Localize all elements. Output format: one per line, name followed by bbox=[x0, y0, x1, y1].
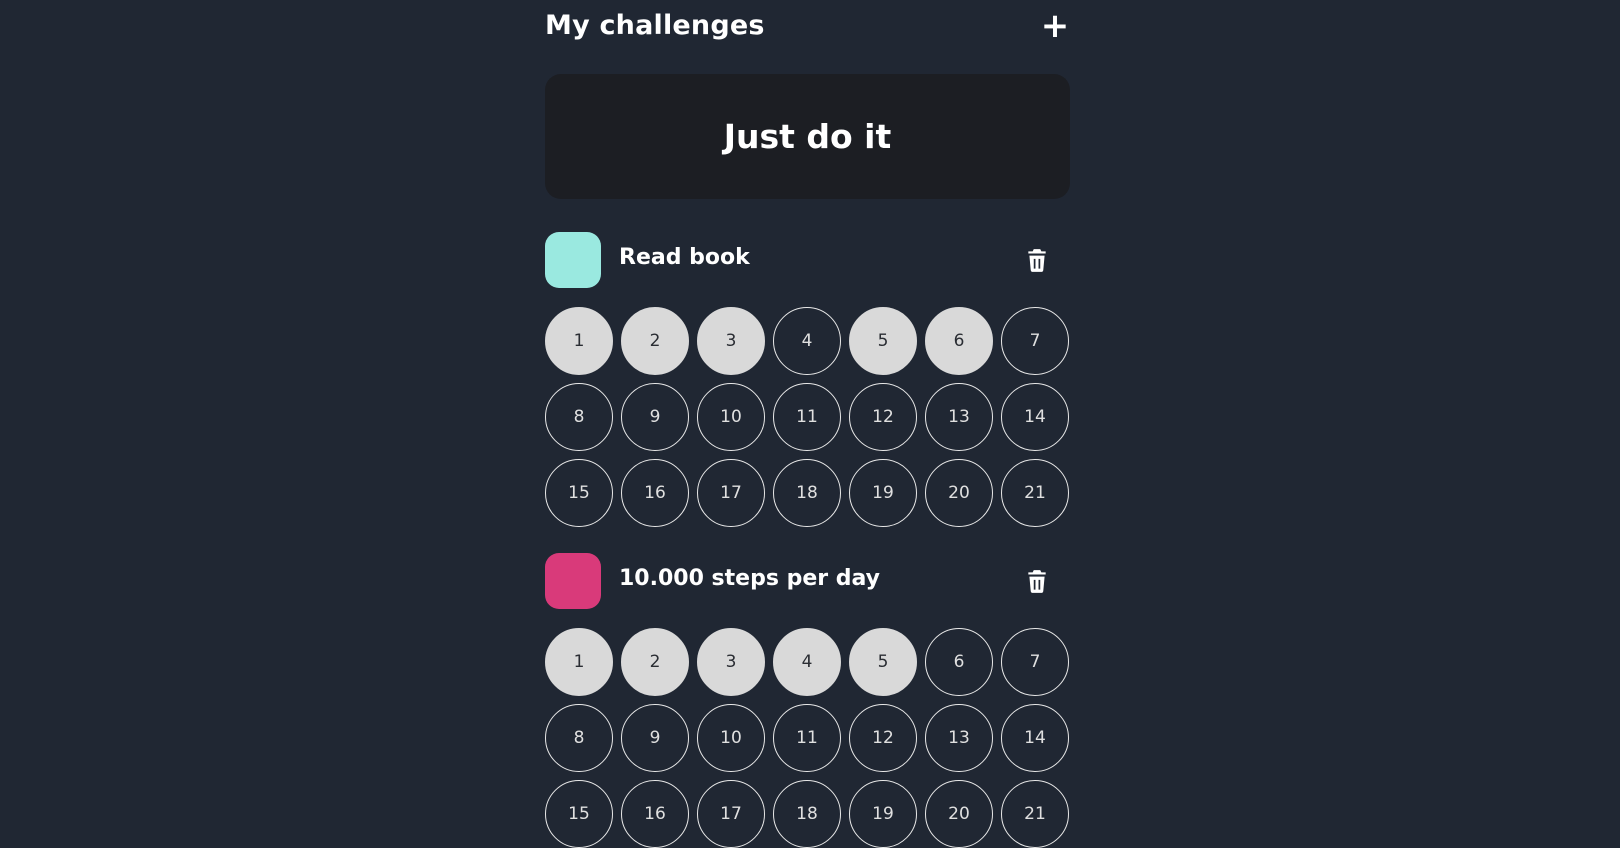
day-button[interactable]: 17 bbox=[697, 459, 765, 527]
trash-icon bbox=[1028, 249, 1046, 272]
day-button[interactable]: 8 bbox=[545, 383, 613, 451]
day-button[interactable]: 1 bbox=[545, 628, 613, 696]
day-button[interactable]: 2 bbox=[621, 307, 689, 375]
delete-challenge-button[interactable] bbox=[1024, 247, 1050, 273]
challenge-header: 10.000 steps per day bbox=[545, 553, 1070, 609]
day-button[interactable]: 6 bbox=[925, 307, 993, 375]
day-button[interactable]: 20 bbox=[925, 459, 993, 527]
challenge-card: 10.000 steps per day 1 2 3 4 5 6 7 8 9 10 11 12 13 14… bbox=[545, 553, 1070, 848]
day-button[interactable]: 10 bbox=[697, 704, 765, 772]
day-button[interactable]: 16 bbox=[621, 459, 689, 527]
day-button[interactable]: 19 bbox=[849, 459, 917, 527]
header: My challenges + bbox=[545, 6, 1070, 50]
day-button[interactable]: 7 bbox=[1001, 628, 1069, 696]
day-button[interactable]: 3 bbox=[697, 628, 765, 696]
day-button[interactable]: 4 bbox=[773, 628, 841, 696]
day-button[interactable]: 16 bbox=[621, 780, 689, 848]
add-challenge-button[interactable]: + bbox=[1040, 6, 1070, 46]
day-button[interactable]: 14 bbox=[1001, 383, 1069, 451]
challenge-title: Read book bbox=[619, 245, 750, 270]
day-button[interactable]: 14 bbox=[1001, 704, 1069, 772]
day-button[interactable]: 15 bbox=[545, 459, 613, 527]
plus-icon: + bbox=[1040, 6, 1070, 46]
challenge-header: Read book bbox=[545, 232, 1070, 288]
day-button[interactable]: 12 bbox=[849, 704, 917, 772]
motto-card: Just do it bbox=[545, 74, 1070, 199]
day-button[interactable]: 18 bbox=[773, 780, 841, 848]
day-button[interactable]: 21 bbox=[1001, 780, 1069, 848]
day-button[interactable]: 4 bbox=[773, 307, 841, 375]
day-button[interactable]: 9 bbox=[621, 704, 689, 772]
page-title: My challenges bbox=[545, 10, 765, 41]
delete-challenge-button[interactable] bbox=[1024, 568, 1050, 594]
day-button[interactable]: 15 bbox=[545, 780, 613, 848]
day-button[interactable]: 21 bbox=[1001, 459, 1069, 527]
day-button[interactable]: 8 bbox=[545, 704, 613, 772]
trash-icon bbox=[1028, 570, 1046, 593]
challenge-card: Read book 1 2 3 4 5 6 7 8 9 10 11 12 13 14 15 16 17 18 19 2… bbox=[545, 232, 1070, 527]
day-button[interactable]: 20 bbox=[925, 780, 993, 848]
day-button[interactable]: 11 bbox=[773, 704, 841, 772]
day-button[interactable]: 5 bbox=[849, 628, 917, 696]
day-button[interactable]: 13 bbox=[925, 383, 993, 451]
day-button[interactable]: 13 bbox=[925, 704, 993, 772]
day-button[interactable]: 2 bbox=[621, 628, 689, 696]
day-button[interactable]: 19 bbox=[849, 780, 917, 848]
day-button[interactable]: 6 bbox=[925, 628, 993, 696]
challenge-color-swatch[interactable] bbox=[545, 232, 601, 288]
day-button[interactable]: 1 bbox=[545, 307, 613, 375]
motto-text: Just do it bbox=[723, 117, 892, 156]
day-button[interactable]: 12 bbox=[849, 383, 917, 451]
day-button[interactable]: 10 bbox=[697, 383, 765, 451]
day-button[interactable]: 5 bbox=[849, 307, 917, 375]
challenge-color-swatch[interactable] bbox=[545, 553, 601, 609]
day-button[interactable]: 7 bbox=[1001, 307, 1069, 375]
day-button[interactable]: 3 bbox=[697, 307, 765, 375]
day-button[interactable]: 18 bbox=[773, 459, 841, 527]
challenge-title: 10.000 steps per day bbox=[619, 566, 881, 591]
day-button[interactable]: 11 bbox=[773, 383, 841, 451]
day-button[interactable]: 9 bbox=[621, 383, 689, 451]
day-button[interactable]: 17 bbox=[697, 780, 765, 848]
